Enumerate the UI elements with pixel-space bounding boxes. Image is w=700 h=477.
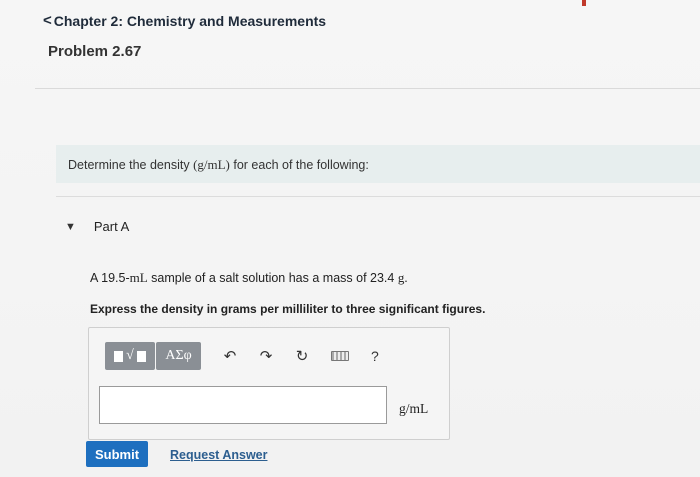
undo-icon[interactable]: ↶ (223, 347, 237, 365)
problem-text-before: A 19.5- (90, 271, 130, 285)
templates-button[interactable]: √ (105, 342, 155, 370)
caret-down-icon[interactable]: ▼ (65, 221, 76, 233)
instruction-text: Determine the density (g/mL) for each of… (68, 157, 369, 173)
greek-symbols-button[interactable]: ΑΣφ (156, 342, 201, 370)
answer-unit: g/mL (399, 401, 429, 416)
problem-unit-ml: mL (129, 270, 148, 285)
sqrt-icon: √ (126, 348, 134, 363)
template-box-icon (136, 350, 146, 362)
divider (56, 196, 700, 197)
instruction-text-after: for each of the following: (229, 158, 369, 172)
problem-text-middle: sample of a salt solution has a mass of … (147, 271, 398, 285)
keyboard-icon[interactable] (331, 351, 349, 361)
breadcrumb-label[interactable]: Chapter 2: Chemistry and Measurements (54, 13, 326, 29)
help-button[interactable]: ? (371, 348, 379, 364)
divider (35, 88, 700, 89)
answer-instruction: Express the density in grams per millili… (90, 302, 486, 316)
instruction-math: (g/mL) (193, 157, 230, 172)
instruction-box: Determine the density (g/mL) for each of… (56, 145, 700, 183)
answer-input[interactable] (99, 386, 387, 424)
instruction-text-before: Determine the density (68, 158, 194, 172)
math-toolbar: √ ΑΣφ ↶ ↷ ↻ ? (105, 342, 379, 370)
part-a-header[interactable]: ▼ Part A (65, 219, 129, 234)
part-label[interactable]: Part A (94, 219, 129, 234)
request-answer-link[interactable]: Request Answer (170, 448, 267, 462)
reset-icon[interactable]: ↻ (295, 347, 309, 365)
breadcrumb[interactable]: < Chapter 2: Chemistry and Measurements (43, 12, 326, 29)
problem-statement: A 19.5-mL sample of a salt solution has … (90, 270, 408, 286)
top-accent-mark (582, 0, 586, 6)
redo-icon[interactable]: ↷ (259, 347, 273, 365)
page: < Chapter 2: Chemistry and Measurements … (0, 0, 700, 477)
template-box-icon (114, 350, 124, 362)
page-title: Problem 2.67 (48, 43, 142, 60)
chevron-left-icon[interactable]: < (43, 12, 52, 29)
submit-button[interactable]: Submit (86, 441, 148, 467)
answer-panel: √ ΑΣφ ↶ ↷ ↻ ? g/mL (88, 327, 450, 440)
problem-unit-g: g. (397, 270, 408, 285)
